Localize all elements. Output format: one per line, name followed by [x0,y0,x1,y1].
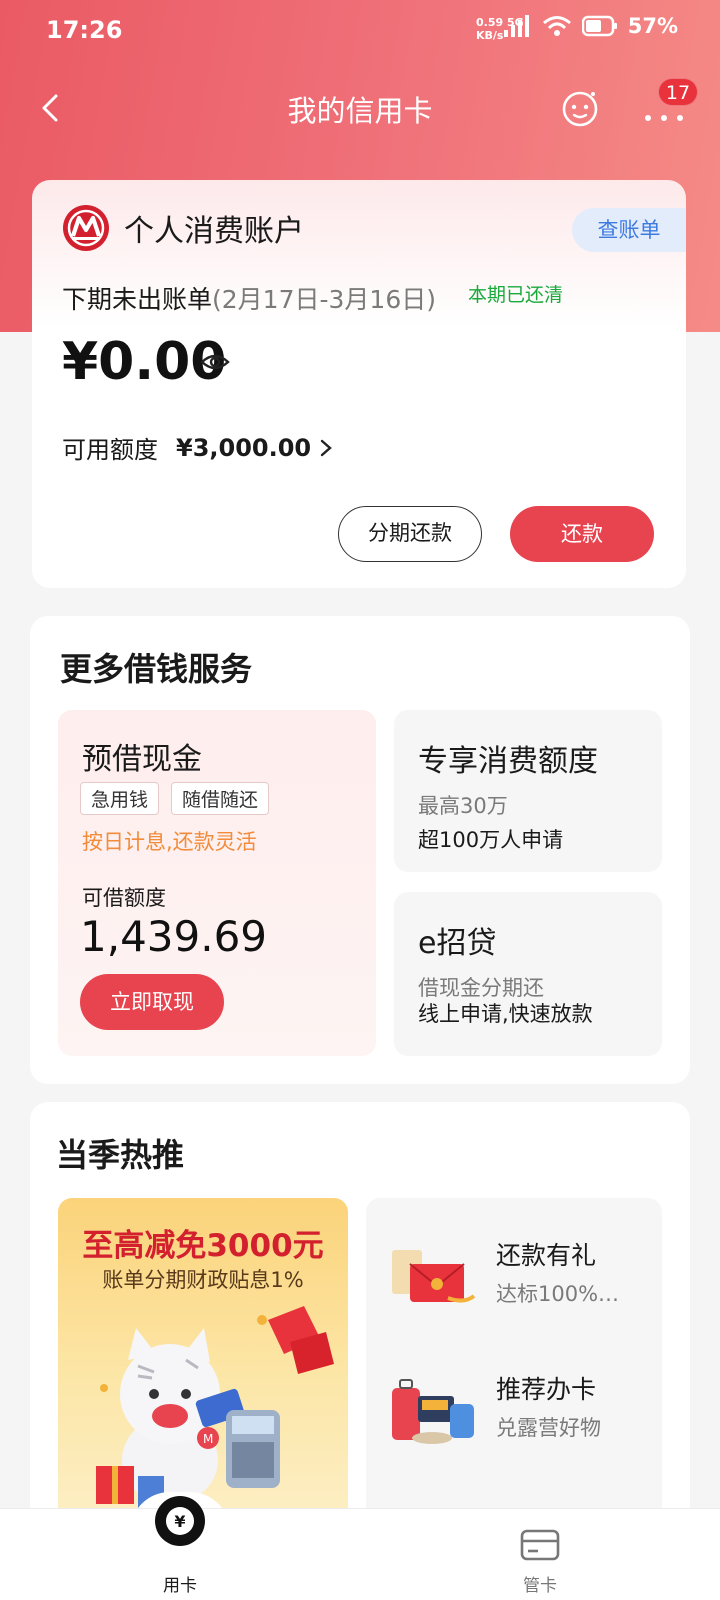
list-item[interactable]: 还款有礼 达标100%… [366,1220,662,1330]
next-bill-label: 下期未出账单 [62,285,213,314]
eye-icon[interactable] [200,350,230,374]
status-icons: 57% [503,14,678,38]
bank-logo-icon [63,205,109,251]
gift-envelope-icon [392,1250,476,1303]
notification-badge: 17 [658,78,698,106]
loan-services-card: 更多借钱服务 预借现金 急用钱 随借随还 按日计息,还款灵活 可借额度 1,43… [30,616,690,1084]
withdraw-cash-button[interactable]: 立即取现 [80,974,224,1030]
view-bill-button[interactable]: 查账单 [572,208,686,252]
mascot-illustration: M [96,1306,334,1508]
yen-coin-icon: ¥ [155,1496,205,1546]
repay-gift-title: 还款有礼 [496,1241,597,1270]
chevron-right-icon [320,439,332,456]
hot-picks-card: 当季热推 至高减免3000元 账单分期财政贴息1% M 还款有礼 达标100%…… [30,1102,690,1522]
tag-row: 急用钱 随借随还 [80,782,270,815]
e-loan-title: e招贷 [418,926,497,961]
section-title: 当季热推 [56,1136,185,1174]
account-name: 个人消费账户 [124,214,304,249]
bottom-tab-bar: ¥ 用卡 管卡 [0,1496,720,1600]
e-loan-line2: 线上申请,快速放款 [418,1002,593,1026]
svg-text:M: M [203,1432,213,1446]
available-credit-row[interactable]: 可用额度 ¥3,000.00 [62,430,333,465]
next-bill-info: 下期未出账单(2月17日-3月16日) [62,280,436,316]
borrow-limit-value: 1,439.69 [80,912,268,961]
tab-label: 管卡 [523,1576,557,1596]
available-credit-value: ¥3,000.00 [176,433,312,462]
top-nav: 我的信用卡 [0,72,720,144]
card-icon [520,1529,560,1561]
luggage-goods-icon [392,1379,474,1444]
bill-period: (2月17日-3月16日) [212,285,436,314]
tag-flexible: 随借随还 [171,782,270,815]
consumer-credit-line1: 最高30万 [418,794,508,818]
list-item[interactable]: 推荐办卡 兑露营好物 [366,1354,662,1464]
consumer-credit-line2: 超100万人申请 [418,828,564,852]
tag-urgent: 急用钱 [80,782,160,815]
promo-subline: 账单分期财政贴息1% [102,1268,304,1292]
borrow-limit-label: 可借额度 [82,886,166,910]
available-credit-label: 可用额度 [62,436,158,464]
signal-icon [503,15,529,37]
page-title: 我的信用卡 [287,94,433,128]
installment-repay-button[interactable]: 分期还款 [338,506,482,562]
consumer-credit-title: 专享消费额度 [418,744,598,779]
promo-banner[interactable]: 至高减免3000元 账单分期财政贴息1% M [58,1198,348,1522]
consumer-credit-box[interactable]: 专享消费额度 最高30万 超100万人申请 [394,710,662,872]
robot-assistant-icon[interactable] [560,88,600,128]
card-referral-desc: 兑露营好物 [496,1416,601,1440]
promo-headline: 至高减免3000元 [82,1228,324,1264]
repay-gift-desc: 达标100%… [496,1282,620,1306]
account-card: 个人消费账户 查账单 下期未出账单(2月17日-3月16日) 本期已还清 ¥0.… [32,180,686,588]
status-badge: 本期已还清 [468,284,564,306]
status-time: 17:26 [46,16,123,44]
e-loan-box[interactable]: e招贷 借现金分期还 线上申请,快速放款 [394,892,662,1056]
card-referral-title: 推荐办卡 [496,1375,597,1404]
svg-text:¥: ¥ [174,1512,185,1531]
battery-icon [581,15,617,37]
cash-advance-box[interactable]: 预借现金 急用钱 随借随还 按日计息,还款灵活 可借额度 1,439.69 立即… [58,710,376,1056]
battery-level: 57% [627,14,678,38]
tab-use-card[interactable]: ¥ 用卡 [120,1496,240,1600]
repay-button[interactable]: 还款 [510,506,654,562]
tab-label: 用卡 [163,1576,197,1596]
cash-advance-title: 预借现金 [82,742,202,777]
tab-manage-card[interactable]: 管卡 [480,1509,600,1600]
network-speed-value: 0.59 [476,16,504,29]
hot-picks-list: 还款有礼 达标100%… 推荐办卡 兑露营好物 [366,1198,662,1522]
section-title: 更多借钱服务 [60,650,253,688]
cash-advance-note: 按日计息,还款灵活 [82,830,257,854]
status-bar: 17:26 0.59 5G KB/s 57% [0,0,720,64]
wifi-icon [542,16,571,36]
